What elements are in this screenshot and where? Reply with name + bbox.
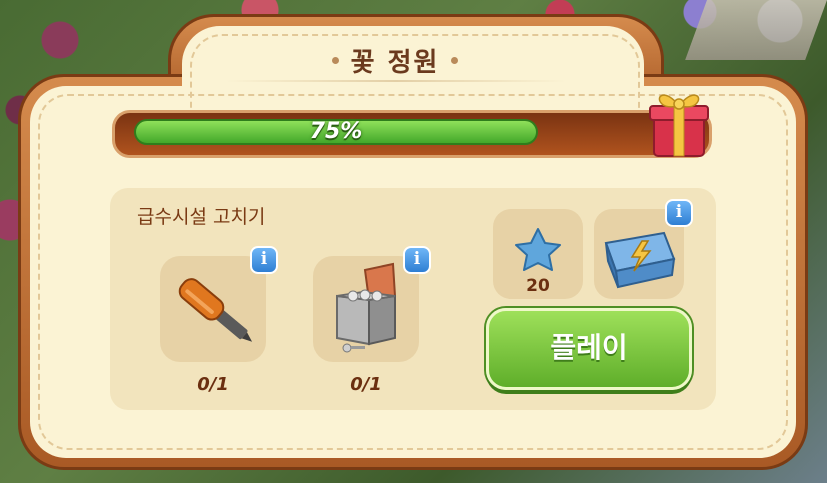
title-divider (226, 80, 566, 82)
item-info-icon[interactable]: i (250, 246, 278, 274)
task-title: 급수시설 고치기 (137, 206, 266, 228)
star-reward-count: 20 (526, 276, 550, 296)
item-info-icon[interactable]: i (403, 246, 431, 274)
progress-label: 75% (309, 119, 363, 144)
task-item-slot[interactable] (313, 256, 419, 362)
chest-info-icon[interactable]: i (665, 199, 693, 227)
play-button[interactable]: 플레이 (486, 308, 692, 390)
item-progress: 0/1 (197, 374, 229, 395)
item-progress: 0/1 (350, 374, 382, 395)
title-dot-right (451, 56, 459, 64)
nuts-bolts-box-icon (336, 262, 397, 353)
task-item-slot[interactable] (160, 256, 266, 362)
gift-box-icon[interactable] (648, 82, 710, 158)
panel-header: 꽃 정원 (240, 40, 550, 80)
title-dot-left (331, 56, 339, 64)
panel-title: 꽃 정원 (350, 47, 440, 78)
screwdriver-icon (178, 278, 253, 342)
